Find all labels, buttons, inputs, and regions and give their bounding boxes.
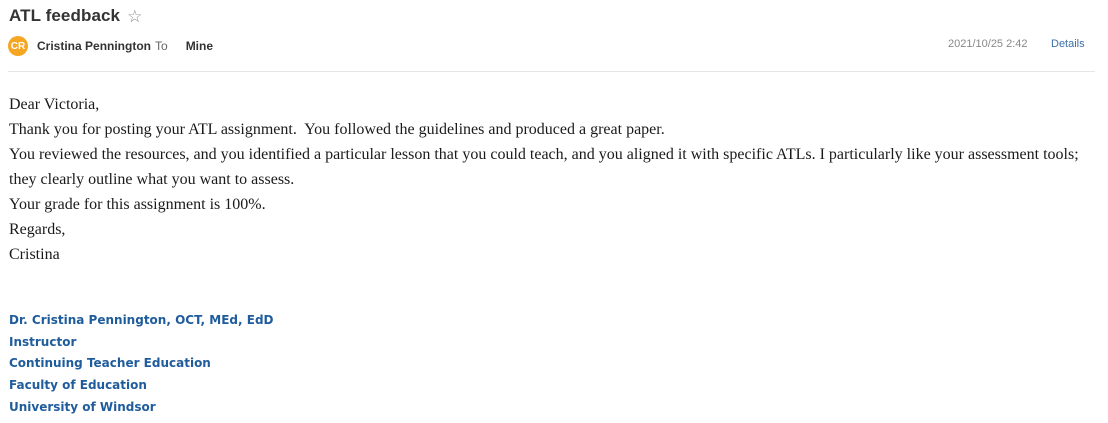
signature-faculty: Faculty of Education (9, 378, 147, 393)
email-signature: Dr. Cristina Pennington, OCT, MEd, EdD I… (9, 310, 274, 419)
body-line: Your grade for this assignment is 100%. (9, 196, 266, 213)
from-row: CR Cristina Pennington To Mine (8, 36, 213, 56)
signature-university: University of Windsor (9, 399, 156, 414)
avatar[interactable]: CR (8, 36, 28, 56)
email-subject: ATL feedback (9, 6, 121, 25)
star-icon[interactable]: ☆ (127, 8, 142, 25)
signature-name: Dr. Cristina Pennington, OCT, MEd, EdD (9, 313, 274, 327)
recipient-name[interactable]: Mine (186, 39, 213, 53)
to-label: To (155, 39, 168, 53)
subject-row: ATL feedback ☆ (9, 6, 142, 26)
email-body: Dear Victoria, Thank you for posting you… (9, 92, 1101, 267)
email-date: 2021/10/25 2:42 (948, 38, 1028, 50)
signature-department: Continuing Teacher Education (9, 356, 211, 371)
body-line: Thank you for posting your ATL assignmen… (9, 121, 665, 138)
body-line: Dear Victoria, (9, 96, 100, 113)
body-line: Cristina (9, 246, 60, 263)
signature-title: Instructor (9, 334, 77, 349)
details-link[interactable]: Details (1051, 38, 1085, 50)
header-divider (8, 71, 1095, 72)
sender-name[interactable]: Cristina Pennington (37, 39, 151, 53)
body-line: Regards, (9, 221, 66, 238)
email-header: ATL feedback ☆ CR Cristina Pennington To… (0, 0, 1108, 72)
body-line: You reviewed the resources, and you iden… (9, 146, 1083, 188)
